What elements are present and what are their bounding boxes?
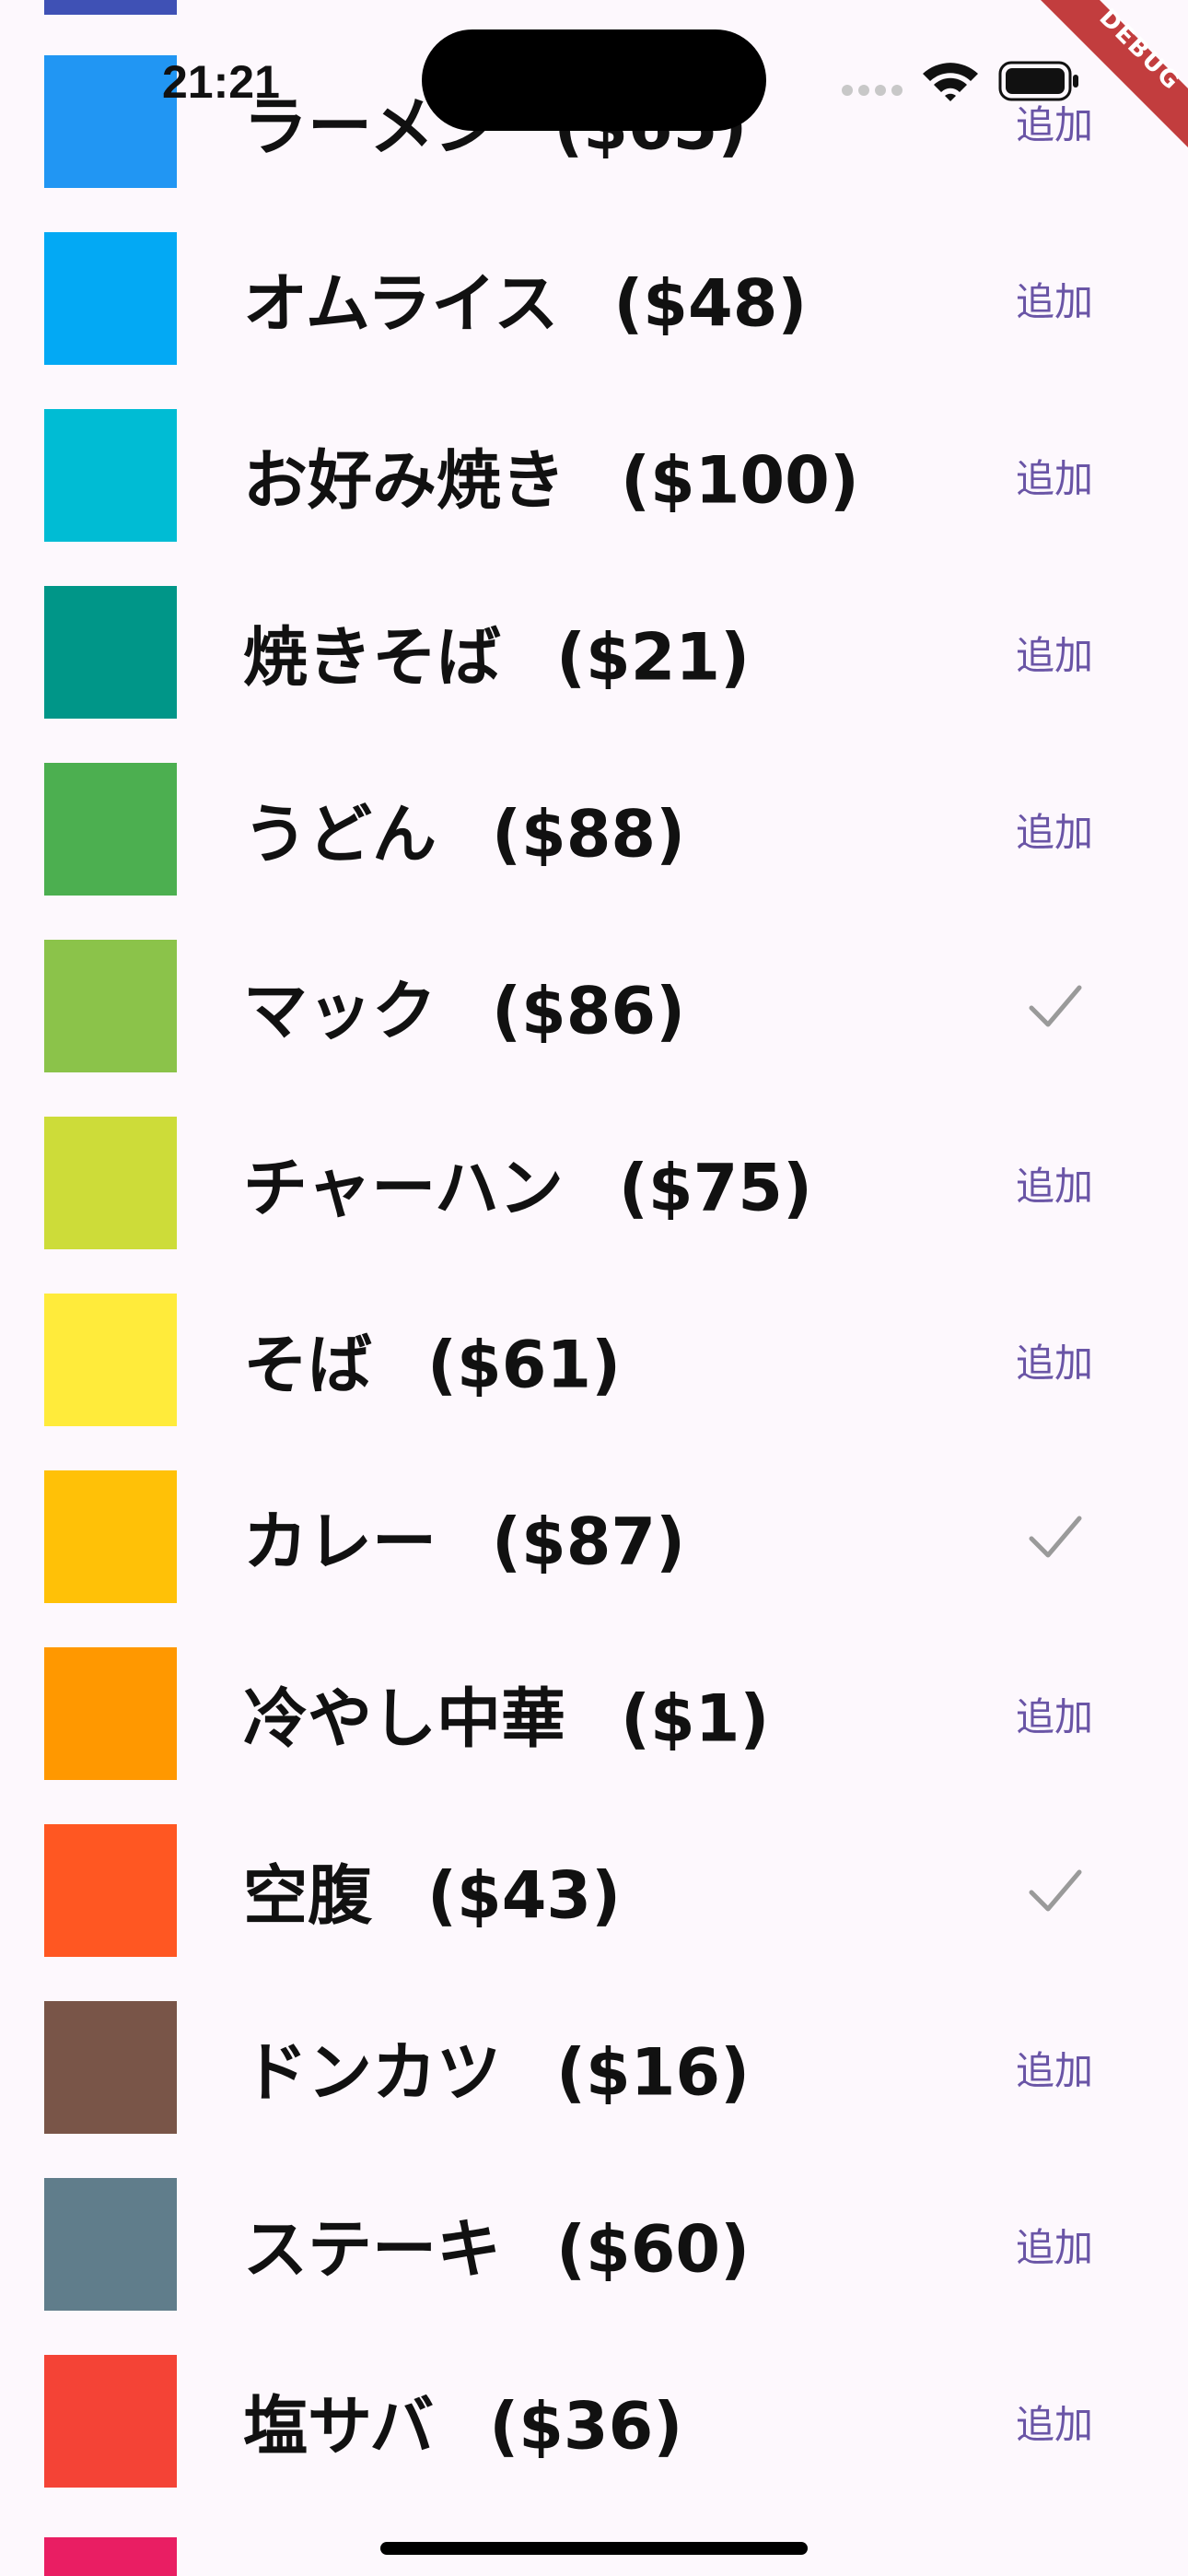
food-title: ドンカツ ($16): [243, 2021, 750, 2114]
menu-list[interactable]: ラーメン($65)追加オムライス($48)追加お好み焼き($100)追加焼きそば…: [0, 0, 1188, 2576]
wifi-icon: [923, 63, 978, 101]
food-price: ($1): [621, 1680, 770, 1757]
food-price: ($48): [613, 265, 808, 342]
status-time: 21:21: [162, 56, 280, 108]
food-color-swatch: [44, 1117, 177, 1249]
add-button[interactable]: 追加: [995, 614, 1114, 691]
food-price: ($43): [427, 1857, 622, 1934]
food-name: ステーキ: [243, 2211, 501, 2288]
list-item[interactable]: 焼きそば ($21) 追加: [0, 542, 1188, 719]
list-item[interactable]: オムライス ($48) 追加: [0, 188, 1188, 365]
add-button[interactable]: 追加: [995, 260, 1114, 337]
food-color-swatch: [44, 2001, 177, 2134]
food-color-swatch: [44, 2178, 177, 2311]
list-item[interactable]: マック ($86): [0, 896, 1188, 1072]
food-title: チャーハン ($75): [243, 1137, 812, 1230]
food-title: 空腹 ($43): [243, 1844, 621, 1938]
food-color-swatch: [44, 55, 177, 188]
add-button[interactable]: 追加: [995, 2029, 1114, 2106]
food-name: お好み焼き: [243, 442, 565, 519]
food-color-swatch: [44, 1470, 177, 1603]
list-item[interactable]: 冷やし中華 ($1) 追加: [0, 1603, 1188, 1780]
add-button[interactable]: 追加: [995, 437, 1114, 514]
add-button[interactable]: 追加: [995, 1675, 1114, 1752]
add-button[interactable]: 追加: [995, 2206, 1114, 2283]
food-color-swatch: [44, 2355, 177, 2488]
food-price: ($75): [618, 1150, 813, 1226]
food-name: ドンカツ: [243, 2034, 501, 2111]
food-price: ($16): [556, 2034, 751, 2111]
home-indicator: [380, 2542, 808, 2555]
food-title: オムライス ($48): [243, 252, 807, 345]
food-price: ($88): [492, 796, 686, 872]
food-title: カレー ($87): [243, 1491, 685, 1584]
food-name: カレー: [243, 1504, 437, 1580]
add-button[interactable]: 追加: [995, 790, 1114, 868]
food-name: 空腹: [243, 1857, 372, 1934]
food-title: マック ($86): [243, 960, 685, 1053]
list-item[interactable]: ステーキ ($60) 追加: [0, 2134, 1188, 2311]
food-color-swatch: [44, 940, 177, 1072]
food-name: チャーハン: [243, 1150, 564, 1226]
food-name: 塩サバ: [243, 2388, 435, 2465]
food-price: ($87): [492, 1504, 686, 1580]
food-color-swatch: [44, 763, 177, 896]
food-title: うどん ($88): [243, 783, 685, 876]
check-icon[interactable]: [1028, 980, 1083, 1032]
food-title: 冷やし中華 ($1): [243, 1668, 769, 1761]
food-color-swatch: [44, 1824, 177, 1957]
add-button[interactable]: 追加: [995, 1144, 1114, 1222]
food-name: オムライス: [243, 265, 559, 342]
list-item[interactable]: チャーハン ($75) 追加: [0, 1072, 1188, 1249]
check-icon[interactable]: [1028, 1865, 1083, 1916]
list-item[interactable]: ドンカツ ($16) 追加: [0, 1957, 1188, 2134]
list-item[interactable]: そば ($61) 追加: [0, 1249, 1188, 1426]
food-name: うどん: [243, 796, 437, 872]
list-item[interactable]: 塩サバ ($36) 追加: [0, 2311, 1188, 2488]
check-icon[interactable]: [1028, 1511, 1083, 1563]
food-name: マック: [243, 973, 437, 1049]
food-price: ($36): [489, 2388, 683, 2465]
food-price: ($86): [492, 973, 686, 1049]
food-name: そば: [243, 1327, 372, 1403]
food-color-swatch: [44, 409, 177, 542]
food-title: ステーキ ($60): [243, 2198, 750, 2291]
add-button[interactable]: 追加: [995, 1321, 1114, 1399]
list-item[interactable]: うどん ($88) 追加: [0, 719, 1188, 896]
dynamic-island: [422, 29, 766, 131]
food-title: そば ($61): [243, 1314, 621, 1407]
list-item[interactable]: 空腹 ($43): [0, 1780, 1188, 1957]
food-price: ($61): [427, 1327, 622, 1403]
food-name: 冷やし中華: [243, 1680, 565, 1757]
food-color-swatch: [44, 1294, 177, 1426]
food-title: 塩サバ ($36): [243, 2375, 682, 2468]
list-item[interactable]: カレー ($87): [0, 1426, 1188, 1603]
food-color-swatch: [44, 586, 177, 719]
food-title: お好み焼き ($100): [243, 429, 859, 522]
list-item[interactable]: お好み焼き ($100) 追加: [0, 365, 1188, 542]
battery-icon: [998, 61, 1078, 101]
food-color-swatch: [44, 232, 177, 365]
add-button[interactable]: 追加: [995, 2383, 1114, 2460]
food-price: ($21): [556, 619, 751, 696]
cellular-signal-icon: [842, 85, 903, 96]
food-title: 焼きそば ($21): [243, 606, 750, 699]
partial-bottom-swatch: [44, 2537, 177, 2576]
food-price: ($100): [621, 442, 859, 519]
food-price: ($60): [556, 2211, 751, 2288]
food-name: 焼きそば: [243, 619, 501, 696]
food-color-swatch: [44, 1647, 177, 1780]
